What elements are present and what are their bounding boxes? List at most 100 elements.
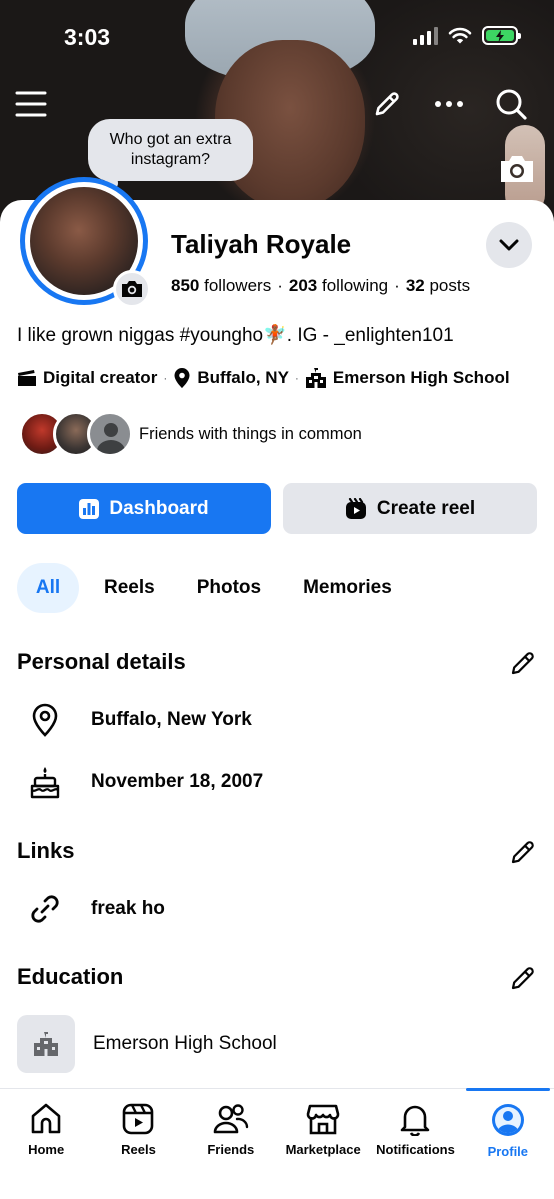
link-row[interactable]: freak ho xyxy=(17,881,165,937)
search-icon xyxy=(496,89,527,120)
meta-location[interactable]: Buffalo, NY xyxy=(173,367,289,389)
profile-icon xyxy=(491,1104,524,1136)
link-text[interactable]: freak ho xyxy=(91,898,165,920)
nav-friends-label: Friends xyxy=(207,1142,255,1157)
edit-personal-details-button[interactable] xyxy=(509,649,537,677)
mutual-friends-text: Friends with things in common xyxy=(139,424,362,443)
detail-birthday-text: November 18, 2007 xyxy=(91,771,264,792)
battery-icon xyxy=(482,26,521,45)
tab-all[interactable]: All xyxy=(17,563,79,613)
chevron-down-icon xyxy=(499,239,519,251)
nav-home[interactable]: Home xyxy=(0,1089,92,1199)
profile-name: Taliyah Royale xyxy=(171,229,352,259)
nav-profile[interactable]: Profile xyxy=(462,1088,554,1199)
pencil-icon xyxy=(511,841,534,864)
nav-notifications[interactable]: Notifications xyxy=(369,1089,461,1199)
detail-location-row: Buffalo, New York xyxy=(17,692,252,748)
nav-marketplace-label: Marketplace xyxy=(285,1142,361,1157)
tab-reels[interactable]: Reels xyxy=(87,563,172,613)
nav-notifications-label: Notifications xyxy=(376,1142,455,1157)
nav-friends[interactable]: Friends xyxy=(185,1089,277,1199)
more-icon xyxy=(435,101,463,107)
pencil-icon xyxy=(511,652,534,675)
nav-reels[interactable]: Reels xyxy=(92,1089,184,1199)
meta-separator: · xyxy=(163,371,168,385)
menu-button[interactable] xyxy=(13,86,49,122)
status-icons xyxy=(413,26,521,45)
camera-icon xyxy=(501,156,533,182)
meta-category[interactable]: Digital creator xyxy=(17,368,157,388)
reels-icon xyxy=(123,1103,154,1135)
create-reel-label: Create reel xyxy=(376,497,476,519)
posts-count: 32 xyxy=(405,276,425,295)
meta-school-label: Emerson High School xyxy=(332,368,510,387)
friends-icon xyxy=(213,1104,249,1134)
profile-stats: 850 followers · 203 following · 32 posts xyxy=(171,276,470,296)
hamburger-icon xyxy=(15,91,47,117)
detail-location-text: Buffalo, New York xyxy=(91,709,252,730)
cover-camera-button[interactable] xyxy=(498,153,536,185)
school-icon xyxy=(305,368,326,388)
home-icon xyxy=(31,1103,61,1134)
pencil-icon xyxy=(511,967,534,990)
tab-memories[interactable]: Memories xyxy=(286,563,409,613)
dashboard-label: Dashboard xyxy=(109,497,209,519)
edit-education-button[interactable] xyxy=(509,964,537,992)
school-icon xyxy=(34,1032,58,1056)
following-label: following xyxy=(321,276,389,295)
stats-dot: · xyxy=(277,276,283,295)
reel-clapper-icon xyxy=(345,497,366,519)
wifi-icon xyxy=(448,27,472,43)
friend-avatar[interactable] xyxy=(87,411,133,457)
birthday-cake-icon xyxy=(17,754,73,810)
location-pin-icon xyxy=(174,368,190,388)
nav-profile-label: Profile xyxy=(487,1144,529,1159)
followers-link[interactable]: 850 followers xyxy=(171,276,271,295)
profile-bio: I like grown niggas #youngho🧚🏾. IG - _en… xyxy=(17,325,454,346)
posts-label: posts xyxy=(429,276,471,295)
profile-tabs: All Reels Photos Memories xyxy=(17,563,417,613)
location-pin-icon xyxy=(17,692,73,748)
note-bubble[interactable]: Who got an extra instagram? xyxy=(88,119,253,181)
mutual-friends-row[interactable]: Friends with things in common xyxy=(19,411,362,457)
following-count: 203 xyxy=(288,276,318,295)
create-reel-button[interactable]: Create reel xyxy=(283,483,537,534)
edit-links-button[interactable] xyxy=(509,838,537,866)
marketplace-icon xyxy=(306,1104,340,1135)
detail-birthday-row: November 18, 2007 xyxy=(17,754,263,810)
nav-home-label: Home xyxy=(28,1142,65,1157)
followers-label: followers xyxy=(204,276,272,295)
link-icon xyxy=(17,881,73,937)
education-school-text: Emerson High School xyxy=(93,1033,277,1054)
followers-count: 850 xyxy=(171,276,200,295)
more-button[interactable] xyxy=(431,86,467,122)
meta-school[interactable]: Emerson High School xyxy=(305,367,510,389)
stats-dot: · xyxy=(394,276,400,295)
education-row[interactable]: Emerson High School xyxy=(17,1015,277,1073)
personal-details-title: Personal details xyxy=(17,649,186,674)
edit-profile-button[interactable] xyxy=(369,86,405,122)
school-icon-box xyxy=(17,1015,75,1073)
avatar-camera-button[interactable] xyxy=(113,270,151,308)
bell-icon xyxy=(401,1105,430,1136)
dashboard-button[interactable]: Dashboard xyxy=(17,483,271,534)
nav-reels-label: Reels xyxy=(121,1142,156,1157)
tab-photos[interactable]: Photos xyxy=(180,563,278,613)
signal-icon xyxy=(413,26,438,45)
nav-marketplace[interactable]: Marketplace xyxy=(277,1089,369,1199)
search-button[interactable] xyxy=(493,86,529,122)
dashboard-icon xyxy=(79,498,100,519)
meta-separator: · xyxy=(294,371,299,385)
clapperboard-icon xyxy=(18,370,36,386)
pencil-icon xyxy=(375,92,399,116)
following-link[interactable]: 203 following xyxy=(289,276,388,295)
meta-category-label: Digital creator xyxy=(43,368,158,387)
posts-link[interactable]: 32 posts xyxy=(406,276,470,295)
camera-icon xyxy=(122,281,142,297)
meta-location-label: Buffalo, NY xyxy=(197,368,289,387)
profile-options-button[interactable] xyxy=(486,222,532,268)
links-title: Links xyxy=(17,838,75,863)
status-time: 3:03 xyxy=(64,24,111,50)
bottom-nav: Home Reels Friends Marketplace Notificat… xyxy=(0,1088,554,1199)
profile-meta: Digital creator · Buffalo, NY · Emerson … xyxy=(17,367,510,389)
